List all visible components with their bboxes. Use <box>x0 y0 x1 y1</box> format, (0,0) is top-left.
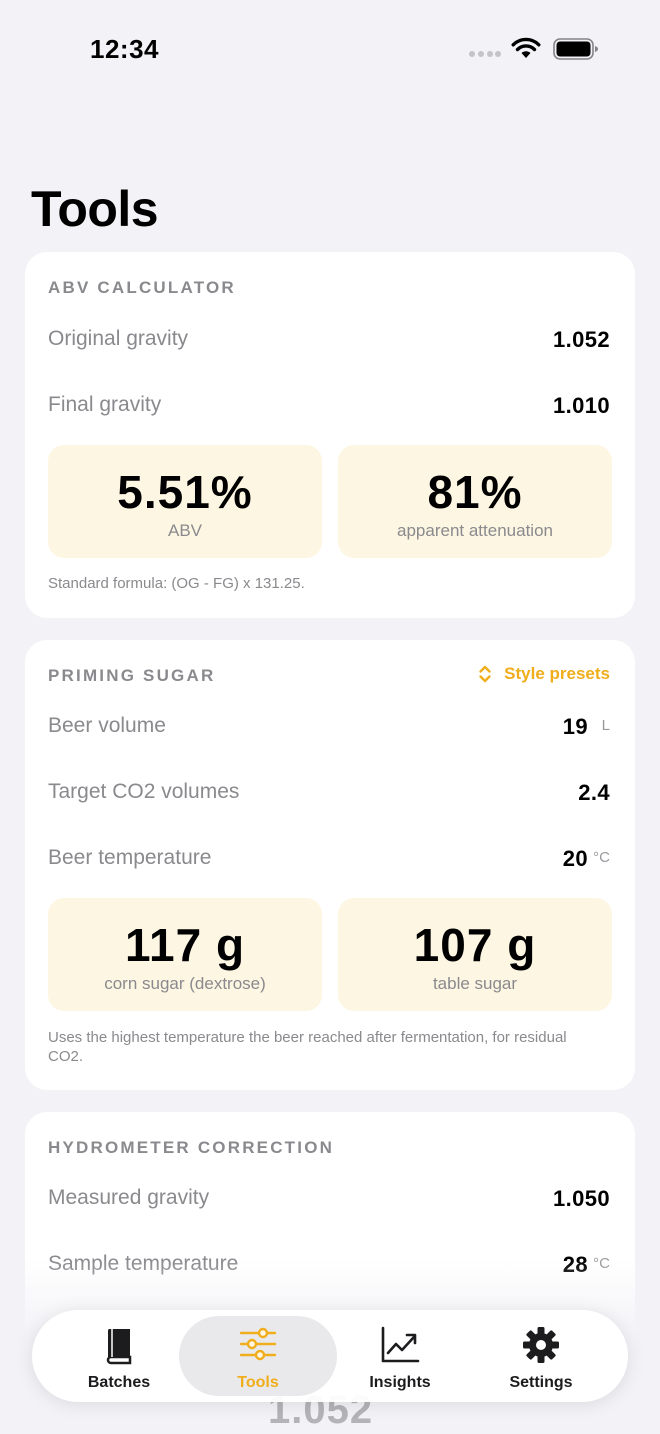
priming-section-title: PRIMING SUGAR <box>48 666 216 685</box>
tab-bar: Batches Tools Insights Settings <box>32 1310 628 1402</box>
final-gravity-label: Final gravity <box>48 393 162 416</box>
status-bar: 12:34 <box>0 0 660 100</box>
sliders-icon <box>239 1327 277 1361</box>
measured-gravity-label: Measured gravity <box>48 1186 210 1209</box>
gear-icon <box>523 1327 559 1363</box>
tab-settings-label: Settings <box>509 1374 573 1391</box>
corn-sugar-result-tile: 117 g corn sugar (dextrose) <box>48 898 322 1011</box>
status-time: 12:34 <box>90 34 159 64</box>
attenuation-label: apparent attenuation <box>397 521 553 540</box>
beer-volume-label: Beer volume <box>48 714 166 737</box>
table-sugar-label: table sugar <box>432 974 518 993</box>
original-gravity-label: Original gravity <box>48 327 189 350</box>
chart-icon <box>381 1326 420 1363</box>
beer-temperature-label: Beer temperature <box>48 846 212 869</box>
abv-section-title: ABV CALCULATOR <box>48 278 236 297</box>
abv-formula-note: Standard formula: (OG - FG) x 131.25. <box>48 575 305 592</box>
priming-note: Uses the highest temperature the beer re… <box>48 1029 567 1065</box>
target-co2-label: Target CO2 volumes <box>48 780 240 803</box>
tab-batches[interactable]: Batches <box>40 1316 198 1396</box>
cellular-signal-icon <box>469 51 501 57</box>
beer-volume-unit: L <box>601 717 610 734</box>
beer-temperature-input[interactable]: 20 <box>563 846 588 872</box>
beer-temperature-unit: °C <box>593 849 610 866</box>
page-title: Tools <box>31 181 159 237</box>
attenuation-result-tile: 81% apparent attenuation <box>338 445 612 558</box>
corn-sugar-value: 117 g <box>124 919 246 971</box>
tab-tools-label: Tools <box>237 1374 279 1391</box>
style-presets-label: Style presets <box>504 664 610 683</box>
final-gravity-input[interactable]: 1.010 <box>553 393 610 419</box>
wifi-icon <box>511 37 541 58</box>
measured-gravity-input[interactable]: 1.050 <box>553 1186 610 1212</box>
tab-insights[interactable]: Insights <box>321 1316 479 1396</box>
style-presets-button[interactable]: Style presets <box>478 664 610 684</box>
priming-sugar-card: PRIMING SUGAR Style presets Beer volume … <box>25 640 635 1090</box>
chevron-up-down-icon <box>479 665 491 683</box>
abv-label: ABV <box>167 521 203 540</box>
table-sugar-result-tile: 107 g table sugar <box>338 898 612 1011</box>
book-icon <box>106 1329 132 1365</box>
abv-value: 5.51% <box>117 466 253 518</box>
tab-batches-label: Batches <box>87 1374 151 1391</box>
original-gravity-input[interactable]: 1.052 <box>553 327 610 353</box>
battery-icon <box>553 38 598 60</box>
hydrometer-section-title: HYDROMETER CORRECTION <box>48 1138 335 1157</box>
tab-tools[interactable]: Tools <box>179 1316 337 1396</box>
abv-calculator-card: ABV CALCULATOR Original gravity 1.052 Fi… <box>25 252 635 618</box>
target-co2-input[interactable]: 2.4 <box>578 780 610 806</box>
beer-volume-input[interactable]: 19 <box>563 714 588 740</box>
attenuation-value: 81% <box>427 466 523 518</box>
corn-sugar-label: corn sugar (dextrose) <box>104 974 266 993</box>
tab-settings[interactable]: Settings <box>462 1316 620 1396</box>
table-sugar-value: 107 g <box>413 919 537 971</box>
abv-result-tile: 5.51% ABV <box>48 445 322 558</box>
tab-insights-label: Insights <box>369 1374 431 1391</box>
